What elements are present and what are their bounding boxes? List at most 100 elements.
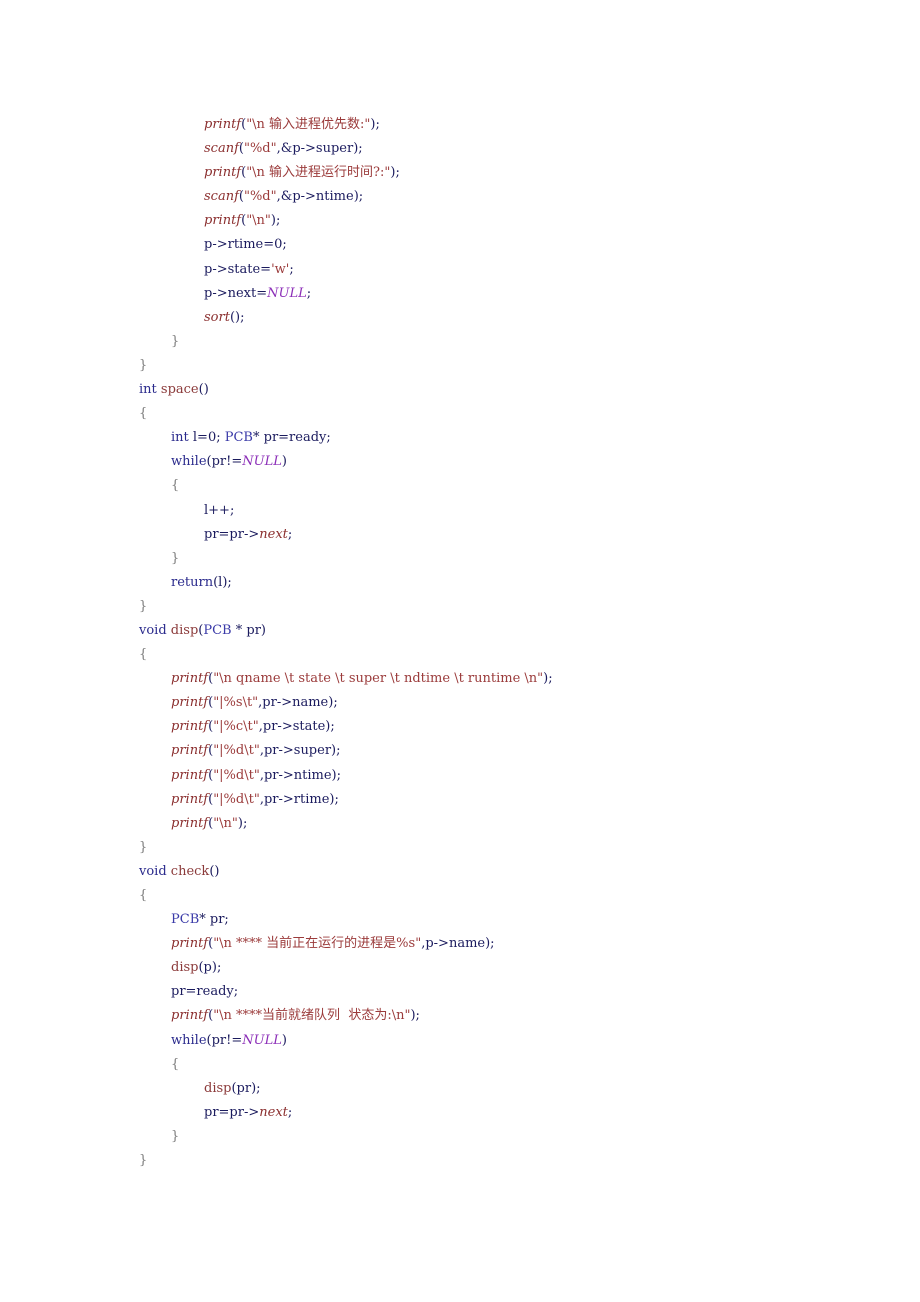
- code-text: (l);: [213, 574, 232, 590]
- brace: {: [171, 1056, 180, 1072]
- brace: {: [139, 406, 148, 422]
- function-call: printf: [171, 815, 209, 831]
- function-call: next: [259, 526, 288, 542]
- code-text: l=0;: [188, 430, 225, 446]
- code-line: printf("\n ****当前就绪队列 状态为:\n");: [139, 1004, 553, 1028]
- code-text: );: [270, 213, 281, 229]
- code-line: }: [139, 595, 553, 619]
- brace: }: [171, 333, 180, 349]
- brace: {: [139, 888, 148, 903]
- code-text: ;: [306, 285, 312, 301]
- code-text: );: [370, 117, 380, 132]
- code-text: ,pr->state);: [258, 719, 335, 735]
- brace: }: [139, 1153, 148, 1169]
- code-line: {: [139, 1053, 553, 1077]
- brace: }: [171, 550, 180, 566]
- code-line: {: [139, 474, 553, 498]
- keyword: void: [139, 863, 167, 879]
- keyword: while: [171, 454, 207, 470]
- string-literal: "\n": [246, 213, 271, 229]
- code-listing: printf("\n 输入进程优先数:"); scanf("%d",&p->sup…: [139, 113, 553, 1173]
- brace: }: [139, 598, 148, 614]
- string-literal: "\n": [213, 815, 238, 831]
- code-text: );: [390, 165, 400, 181]
- code-line: scanf("%d",&p->super);: [139, 137, 553, 161]
- code-line: printf("\n qname \t state \t super \t nd…: [139, 667, 553, 691]
- string-literal: 'w': [271, 261, 290, 277]
- code-text: (pr);: [231, 1080, 261, 1096]
- function-call: printf: [171, 767, 209, 783]
- code-line: p->state='w';: [139, 258, 553, 282]
- code-line: int l=0; PCB* pr=ready;: [139, 426, 553, 450]
- code-line: printf("\n 输入进程运行时间?:");: [139, 161, 553, 185]
- code-text: (): [198, 382, 209, 398]
- code-text: );: [237, 815, 248, 831]
- function-call: printf: [171, 719, 209, 735]
- function-name: check: [170, 863, 210, 879]
- code-line: }: [139, 1125, 553, 1149]
- code-line: l++;: [139, 499, 553, 523]
- code-line: return(l);: [139, 571, 553, 595]
- code-text: ,pr->super);: [259, 743, 341, 759]
- string-literal: "\n **** 当前正在运行的进程是%s": [213, 936, 422, 952]
- code-line: }: [139, 354, 553, 378]
- string-literal: "|%d\t": [213, 791, 260, 807]
- keyword: while: [171, 1032, 207, 1048]
- code-text: p->rtime=0;: [204, 237, 287, 253]
- function-name: disp: [170, 622, 199, 638]
- keyword: int: [171, 430, 189, 446]
- brace: {: [139, 647, 148, 663]
- code-line: }: [139, 1149, 553, 1173]
- function-call: sort: [204, 309, 230, 325]
- code-text: );: [543, 671, 553, 687]
- code-text: * pr): [231, 622, 266, 638]
- string-literal: "|%s\t": [213, 695, 259, 711]
- brace: {: [171, 478, 180, 494]
- code-text: ,pr->ntime);: [259, 767, 341, 783]
- function-name: space: [160, 382, 199, 398]
- code-text: ,&p->super);: [276, 141, 363, 157]
- code-line: void disp(PCB * pr): [139, 619, 553, 643]
- code-text: (pr!=: [206, 454, 243, 470]
- code-text: * pr=ready;: [252, 430, 331, 446]
- function-call: printf: [171, 791, 209, 807]
- code-line: p->next=NULL;: [139, 282, 553, 306]
- keyword: void: [139, 622, 167, 638]
- function-name: disp: [171, 960, 199, 976]
- code-text: ,&p->ntime);: [276, 189, 364, 205]
- null-constant: NULL: [267, 285, 307, 301]
- code-line: printf("\n **** 当前正在运行的进程是%s",p->name);: [139, 932, 553, 956]
- code-line: }: [139, 836, 553, 860]
- code-line: {: [139, 643, 553, 667]
- code-text: (p);: [198, 960, 222, 976]
- function-call: printf: [204, 165, 242, 181]
- code-line: disp(pr);: [139, 1077, 553, 1101]
- function-name: disp: [204, 1080, 232, 1096]
- code-line: pr=pr->next;: [139, 523, 553, 547]
- function-call: printf: [171, 743, 209, 759]
- string-literal: "|%d\t": [213, 767, 260, 783]
- code-line: printf("\n");: [139, 812, 553, 836]
- type-name: PCB: [224, 430, 253, 446]
- code-line: p->rtime=0;: [139, 233, 553, 257]
- string-literal: "|%c\t": [213, 719, 259, 735]
- code-line: pr=ready;: [139, 980, 553, 1004]
- code-text: (pr!=: [206, 1032, 243, 1048]
- function-call: printf: [204, 213, 242, 229]
- string-literal: "\n 输入进程优先数:": [246, 117, 371, 132]
- code-text: ,p->name);: [421, 936, 495, 952]
- brace: }: [139, 839, 148, 855]
- function-call: printf: [171, 936, 209, 952]
- code-text: p->next=: [204, 285, 268, 301]
- code-line: pr=pr->next;: [139, 1101, 553, 1125]
- function-call: scanf: [204, 141, 239, 157]
- brace: }: [139, 357, 148, 373]
- code-line: void check(): [139, 860, 553, 884]
- code-line: }: [139, 547, 553, 571]
- string-literal: "|%d\t": [213, 743, 260, 759]
- code-text: );: [410, 1008, 420, 1024]
- string-literal: "%d": [243, 189, 277, 205]
- code-text: ,pr->name);: [258, 695, 338, 711]
- code-text: * pr;: [199, 912, 229, 928]
- code-line: printf("|%c\t",pr->state);: [139, 715, 553, 739]
